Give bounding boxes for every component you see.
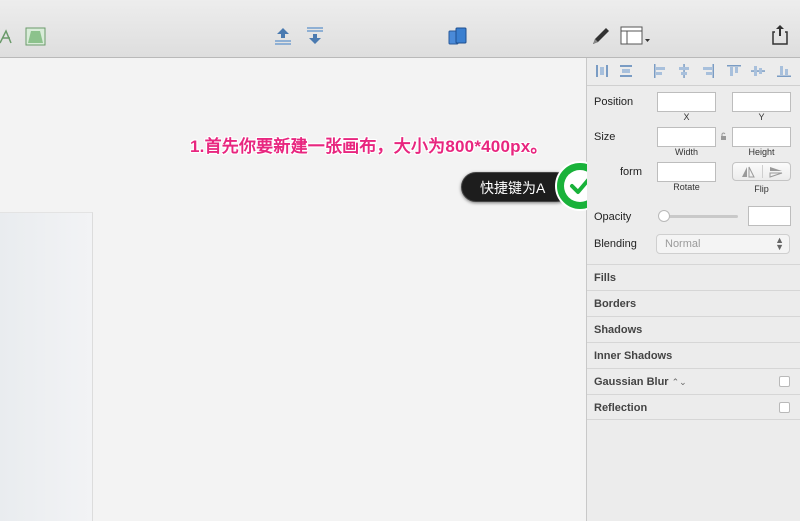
- fills-label: Fills: [594, 272, 617, 284]
- lock-icon[interactable]: [720, 132, 727, 141]
- export-icon[interactable]: [771, 24, 789, 46]
- reflection-section[interactable]: Reflection: [587, 394, 800, 420]
- opacity-field[interactable]: [748, 206, 791, 226]
- inner-shadows-label: Inner Shadows: [594, 350, 673, 362]
- height-caption: Height: [748, 147, 775, 157]
- rotate-field[interactable]: [657, 162, 716, 182]
- canvas-area[interactable]: [0, 58, 587, 521]
- forward-icon[interactable]: [272, 26, 294, 46]
- align-left-icon[interactable]: [653, 64, 667, 78]
- y-caption: Y: [758, 112, 765, 122]
- view-icon[interactable]: [620, 26, 652, 46]
- backward-icon[interactable]: [304, 26, 326, 46]
- align-bottom-icon[interactable]: [777, 64, 791, 78]
- mirror-icon[interactable]: [448, 26, 468, 46]
- blending-label: Blending: [594, 238, 637, 250]
- alignment-toolbar: [587, 58, 800, 86]
- mask-icon[interactable]: [25, 27, 47, 47]
- flip-control: [732, 162, 791, 181]
- gaussian-blur-label: Gaussian Blur: [594, 376, 669, 388]
- position-x-field[interactable]: [657, 92, 716, 112]
- instruction-annotation: 1.首先你要新建一张画布，大小为800*400px。: [190, 137, 548, 156]
- x-caption: X: [683, 112, 690, 122]
- position-label: Position: [594, 96, 634, 108]
- borders-label: Borders: [594, 298, 637, 310]
- inner-shadows-section[interactable]: Inner Shadows: [587, 342, 800, 368]
- artboard[interactable]: [0, 212, 93, 521]
- align-right-icon[interactable]: [701, 64, 715, 78]
- borders-section[interactable]: Borders: [587, 290, 800, 316]
- rotate-caption: Rotate: [673, 182, 700, 192]
- align-top-icon[interactable]: [727, 64, 741, 78]
- pencil-icon[interactable]: [590, 25, 612, 47]
- width-caption: Width: [674, 147, 698, 157]
- flip-horizontal-icon[interactable]: [741, 166, 755, 178]
- position-y-field[interactable]: [732, 92, 791, 112]
- distribute-vertical-icon[interactable]: [619, 64, 633, 78]
- align-center-horizontal-icon[interactable]: [677, 64, 691, 78]
- distribute-horizontal-icon[interactable]: [595, 64, 609, 78]
- size-label: Size: [594, 131, 616, 143]
- updown-arrow-icon: ▲ ▼: [775, 235, 784, 252]
- align-middle-vertical-icon[interactable]: [751, 64, 765, 78]
- reflection-checkbox[interactable]: [779, 402, 790, 413]
- flip-vertical-icon[interactable]: [769, 166, 783, 178]
- reflection-label: Reflection: [594, 402, 648, 414]
- opacity-label: Opacity: [594, 211, 632, 223]
- blending-value: Normal: [665, 238, 701, 250]
- inspector-panel: Position X Y Size Width Height form Rota…: [587, 58, 800, 521]
- opacity-slider-track[interactable]: [660, 215, 738, 218]
- blending-select[interactable]: Normal ▲ ▼: [656, 234, 790, 254]
- vector-icon[interactable]: [0, 25, 14, 47]
- gaussian-blur-checkbox[interactable]: [779, 376, 790, 387]
- flip-caption: Flip: [754, 184, 769, 194]
- opacity-slider-knob[interactable]: [658, 210, 670, 222]
- height-field[interactable]: [732, 127, 791, 147]
- gaussian-blur-section[interactable]: Gaussian Blur ⌃⌄: [587, 368, 800, 394]
- shadows-label: Shadows: [594, 324, 643, 336]
- width-field[interactable]: [657, 127, 716, 147]
- blur-type-icon[interactable]: ⌃⌄: [672, 377, 687, 387]
- transform-label: form: [620, 166, 642, 178]
- shadows-section[interactable]: Shadows: [587, 316, 800, 342]
- toolbar: [0, 0, 800, 58]
- fills-section[interactable]: Fills: [587, 264, 800, 290]
